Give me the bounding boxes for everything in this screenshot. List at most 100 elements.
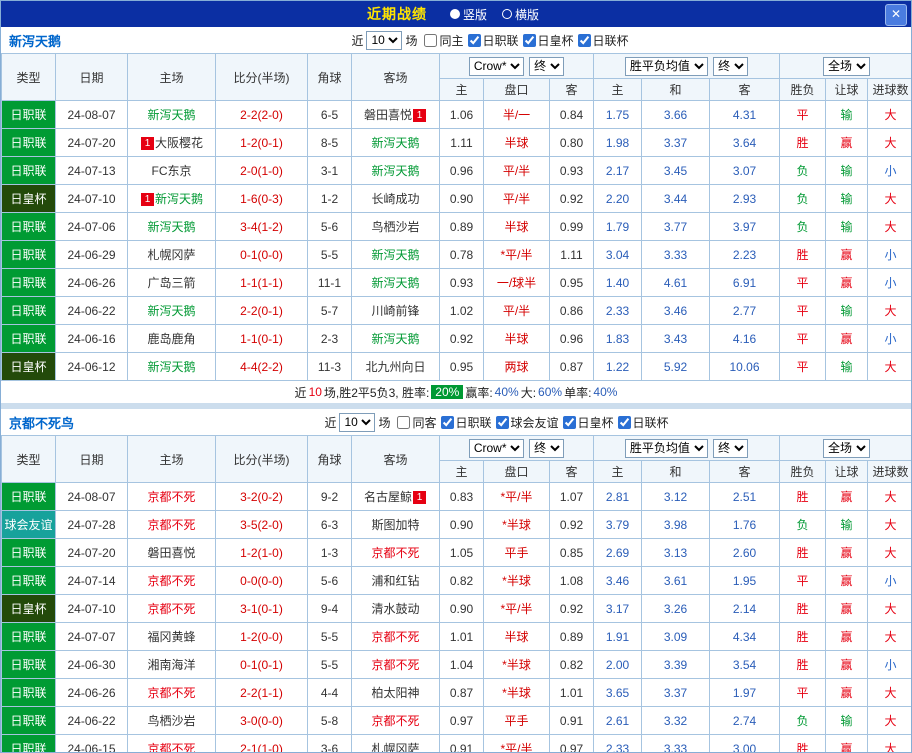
match-score[interactable]: 2-2(1-1) <box>215 678 308 707</box>
match-score[interactable]: 0-1(0-1) <box>215 650 308 679</box>
match-score[interactable]: 3-5(2-0) <box>215 510 308 539</box>
team-name[interactable]: 京都不死 <box>147 686 195 700</box>
match-score[interactable]: 1-1(1-1) <box>215 268 308 297</box>
filter-checkbox[interactable] <box>424 33 438 47</box>
team-name[interactable]: 长崎成功 <box>371 192 419 206</box>
team-name[interactable]: 京都不死 <box>147 742 195 752</box>
filter-checkbox[interactable] <box>562 415 576 429</box>
match-score[interactable]: 1-1(0-1) <box>215 324 308 353</box>
team-name[interactable]: FC东京 <box>152 164 192 178</box>
team-name[interactable]: 新泻天鹅 <box>371 276 419 290</box>
match-score[interactable]: 3-2(0-2) <box>215 482 308 511</box>
team-name[interactable]: 大阪樱花 <box>155 136 203 150</box>
scope-select[interactable]: 全场 <box>823 438 871 458</box>
avg-away: 2.23 <box>708 240 781 269</box>
team-name[interactable]: 清水鼓动 <box>371 602 419 616</box>
filter-checkbox[interactable] <box>467 33 481 47</box>
match-score[interactable]: 2-1(1-0) <box>215 734 308 752</box>
team-name[interactable]: 札幌冈萨 <box>371 742 419 752</box>
team-name[interactable]: 新泻天鹅 <box>155 192 203 206</box>
team-name[interactable]: 京都不死 <box>147 602 195 616</box>
match-score[interactable]: 2-2(0-1) <box>215 296 308 325</box>
team-name[interactable]: 新泻天鹅 <box>371 136 419 150</box>
match-count-select[interactable]: 10 <box>366 30 403 50</box>
filter-日职联[interactable]: 日职联 <box>440 414 492 431</box>
team-name[interactable]: 磐田喜悦 <box>147 546 195 560</box>
match-score[interactable]: 1-2(0-1) <box>215 128 308 157</box>
close-button[interactable]: ✕ <box>885 4 907 26</box>
team-name[interactable]: 鸟栖沙岩 <box>371 220 419 234</box>
team-name[interactable]: 京都不死 <box>147 518 195 532</box>
team-name[interactable]: 浦和红钻 <box>371 574 419 588</box>
match-score[interactable]: 4-4(2-2) <box>215 352 308 381</box>
team-name[interactable]: 鹿岛鹿角 <box>147 332 195 346</box>
filter-日皇杯[interactable]: 日皇杯 <box>522 32 574 49</box>
scope-select[interactable]: 全场 <box>823 56 871 76</box>
odds-stage-select[interactable]: 终 <box>529 438 565 458</box>
match-score[interactable]: 0-1(0-0) <box>215 240 308 269</box>
avg-source-select[interactable]: 胜平负均值 <box>624 438 708 458</box>
filter-checkbox[interactable] <box>617 415 631 429</box>
filter-日职联[interactable]: 日职联 <box>467 32 519 49</box>
team-name[interactable]: 福冈黄蜂 <box>147 630 195 644</box>
layout-vertical-option[interactable]: 竖版 <box>447 6 487 23</box>
match-date: 24-06-16 <box>55 324 128 353</box>
filter-checkbox[interactable] <box>440 415 454 429</box>
match-score[interactable]: 1-2(0-0) <box>215 622 308 651</box>
team-name[interactable]: 北九州向日 <box>365 360 425 374</box>
team-name[interactable]: 京都不死 <box>147 574 195 588</box>
match-score[interactable]: 0-0(0-0) <box>215 566 308 595</box>
team-name[interactable]: 广岛三箭 <box>147 276 195 290</box>
team-name[interactable]: 磐田喜悦 <box>364 108 412 122</box>
filter-球会友谊[interactable]: 球会友谊 <box>495 414 559 431</box>
team-name[interactable]: 新泻天鹅 <box>371 164 419 178</box>
team-name[interactable]: 湘南海洋 <box>147 658 195 672</box>
filter-checkbox[interactable] <box>577 33 591 47</box>
team-name[interactable]: 京都不死 <box>371 714 419 728</box>
filter-checkbox[interactable] <box>495 415 509 429</box>
match-score[interactable]: 2-2(2-0) <box>215 100 308 129</box>
avg-home: 3.04 <box>593 240 642 269</box>
team-name[interactable]: 新泻天鹅 <box>147 360 195 374</box>
team-name[interactable]: 新泻天鹅 <box>147 108 195 122</box>
match-score[interactable]: 3-0(0-0) <box>215 706 308 735</box>
team-name[interactable]: 京都不死 <box>147 490 195 504</box>
filter-checkbox[interactable] <box>397 415 411 429</box>
match-date: 24-06-26 <box>55 268 128 297</box>
team-name[interactable]: 新泻天鹅 <box>371 248 419 262</box>
odds-company-select[interactable]: Crow* <box>468 438 524 458</box>
team-name[interactable]: 川崎前锋 <box>371 304 419 318</box>
team-name[interactable]: 京都不死 <box>371 658 419 672</box>
filter-同客[interactable]: 同客 <box>397 414 437 431</box>
match-score[interactable]: 3-1(0-1) <box>215 594 308 623</box>
team-name[interactable]: 新泻天鹅 <box>147 304 195 318</box>
filter-label: 同客 <box>412 415 437 430</box>
filter-日联杯[interactable]: 日联杯 <box>617 414 669 431</box>
match-score[interactable]: 1-6(0-3) <box>215 184 308 213</box>
layout-horizontal-option[interactable]: 横版 <box>499 6 539 23</box>
odds-stage-select[interactable]: 终 <box>529 56 565 76</box>
avg-stage-select[interactable]: 终 <box>713 56 749 76</box>
team-name[interactable]: 名古屋鲸 <box>364 490 412 504</box>
team-name[interactable]: 柏太阳神 <box>371 686 419 700</box>
filter-同主[interactable]: 同主 <box>424 32 464 49</box>
avg-stage-select[interactable]: 终 <box>713 438 749 458</box>
filter-日联杯[interactable]: 日联杯 <box>577 32 629 49</box>
avg-source-select[interactable]: 胜平负均值 <box>624 56 708 76</box>
corner-score: 9-4 <box>307 594 352 623</box>
match-score[interactable]: 3-4(1-2) <box>215 212 308 241</box>
team-name[interactable]: 札幌冈萨 <box>147 248 195 262</box>
filter-checkbox[interactable] <box>522 33 536 47</box>
team-name[interactable]: 新泻天鹅 <box>371 332 419 346</box>
filter-日皇杯[interactable]: 日皇杯 <box>562 414 614 431</box>
match-count-select[interactable]: 10 <box>339 412 376 432</box>
team-name[interactable]: 新泻天鹅 <box>147 220 195 234</box>
team-name[interactable]: 斯图加特 <box>371 518 419 532</box>
avg-home: 3.79 <box>593 510 642 539</box>
team-name[interactable]: 京都不死 <box>371 546 419 560</box>
team-name[interactable]: 京都不死 <box>371 630 419 644</box>
match-score[interactable]: 2-0(1-0) <box>215 156 308 185</box>
odds-company-select[interactable]: Crow* <box>468 56 524 76</box>
team-name[interactable]: 鸟栖沙岩 <box>147 714 195 728</box>
match-score[interactable]: 1-2(1-0) <box>215 538 308 567</box>
